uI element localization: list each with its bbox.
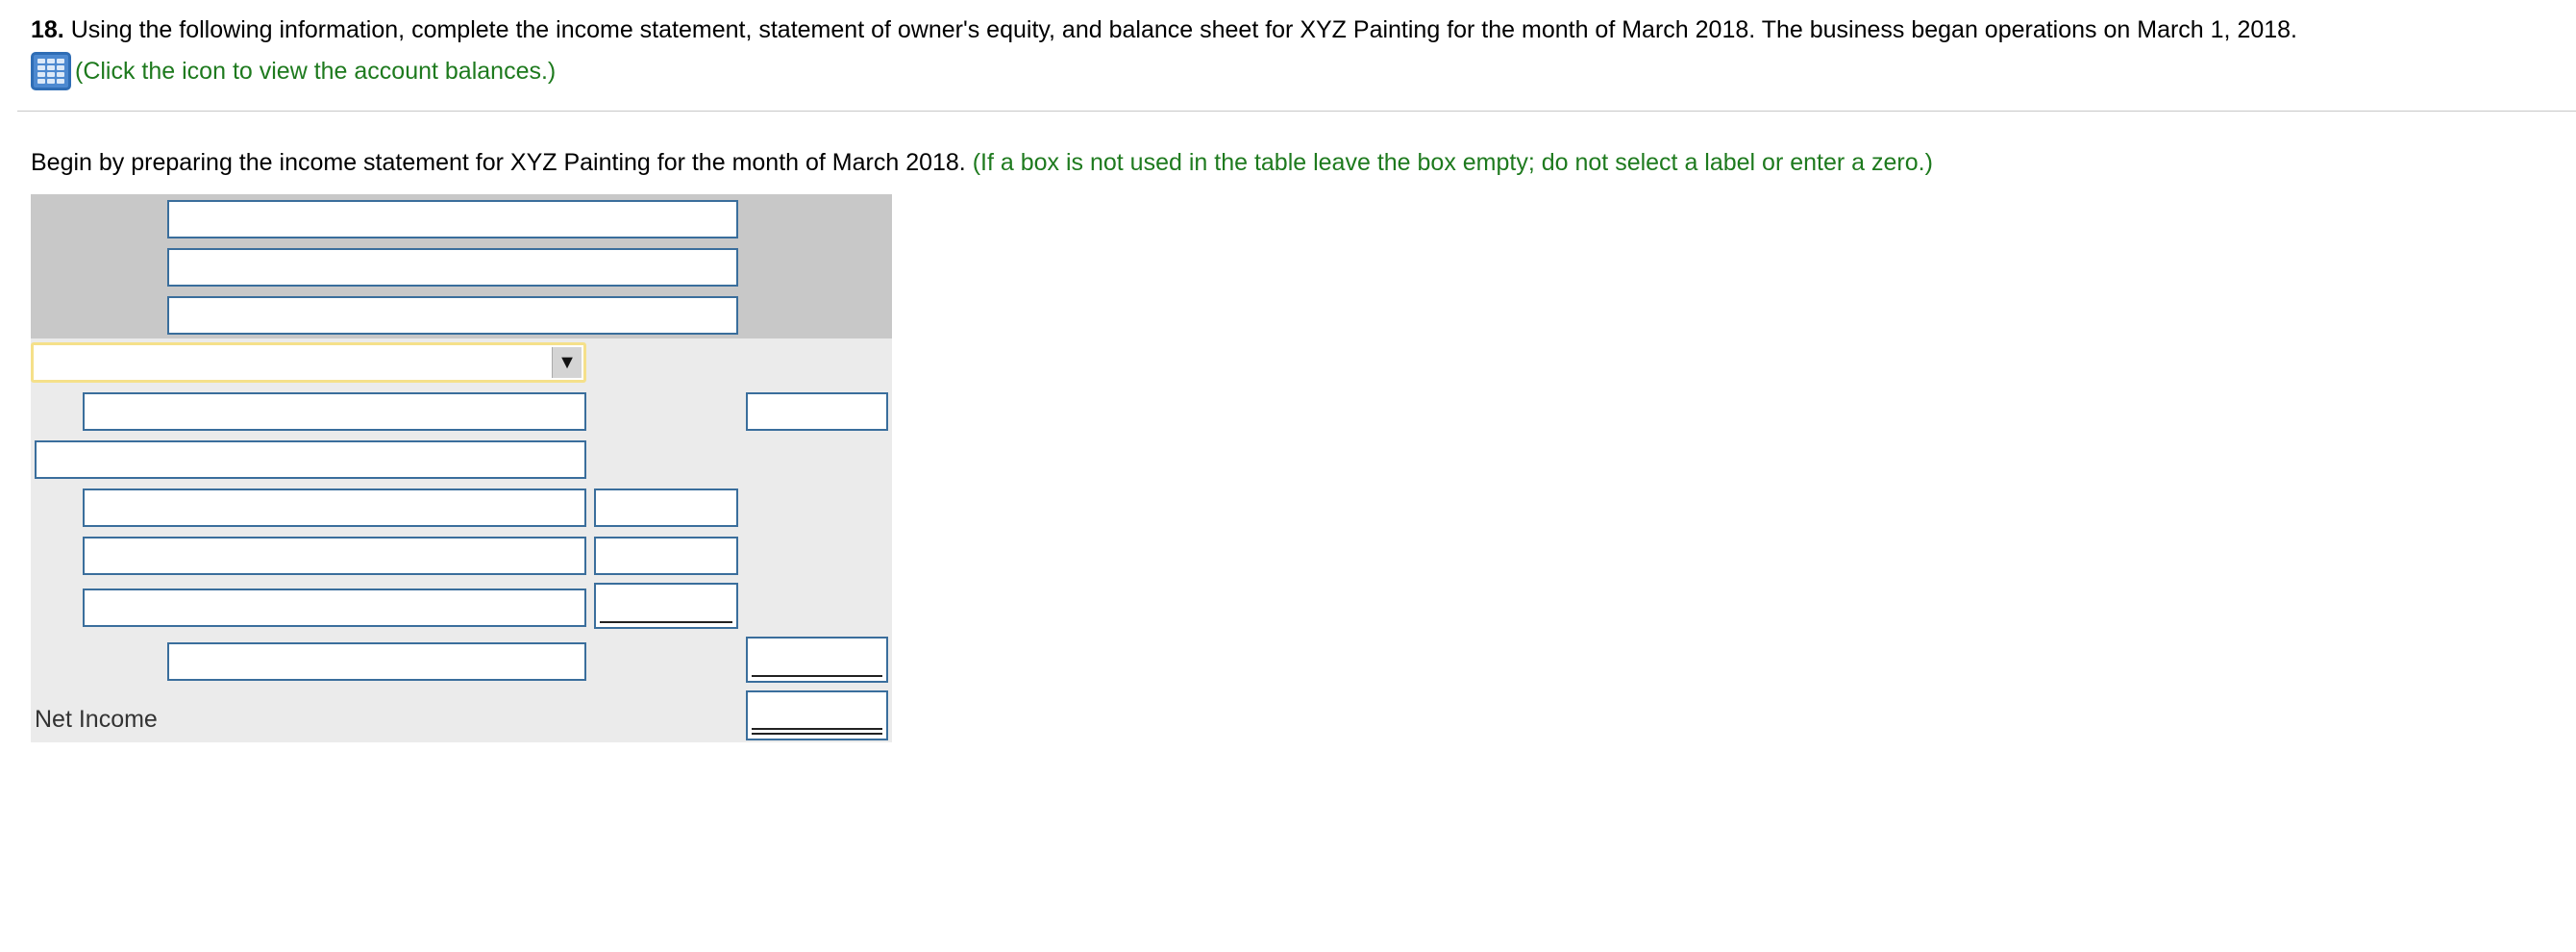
net-income-amount-input[interactable] [746, 690, 888, 740]
table-grid-icon[interactable] [31, 52, 71, 90]
net-income-amount-cell [746, 690, 888, 740]
question-text: 18. Using the following information, com… [31, 13, 2297, 46]
expenses-heading-input[interactable] [35, 440, 586, 479]
question-body: Using the following information, complet… [70, 16, 2298, 43]
section-divider [17, 111, 2576, 112]
expense-account-input-2[interactable] [83, 537, 586, 575]
account-balances-link[interactable]: (Click the icon to view the account bala… [75, 58, 556, 86]
expense-amount-cell-3 [594, 583, 738, 629]
header-statement-name-input[interactable] [167, 248, 738, 287]
total-expenses-amount-cell [746, 637, 888, 683]
header-company-input[interactable] [167, 200, 738, 238]
chevron-down-icon[interactable]: ▼ [552, 347, 582, 378]
expense-amount-input-1[interactable] [594, 489, 738, 527]
income-statement-table: ▼ Net Income [31, 194, 892, 742]
question-number: 18. [31, 16, 64, 43]
expense-account-input-1[interactable] [83, 489, 586, 527]
header-period-input[interactable] [167, 296, 738, 335]
expense-amount-input-2[interactable] [594, 537, 738, 575]
instruction-main: Begin by preparing the income statement … [31, 149, 966, 176]
expense-amount-input-3[interactable] [594, 583, 738, 629]
instruction-text: Begin by preparing the income statement … [31, 146, 1933, 179]
revenue-account-input[interactable] [83, 392, 586, 431]
revenue-amount-input[interactable] [746, 392, 888, 431]
total-expenses-amount-input[interactable] [746, 637, 888, 683]
account-balances-hint: (Click the icon to view the account bala… [31, 52, 556, 90]
net-income-label: Net Income [35, 706, 158, 733]
revenue-heading-dropdown[interactable]: ▼ [31, 342, 586, 383]
total-expenses-label-input[interactable] [167, 642, 586, 681]
instruction-note: (If a box is not used in the table leave… [972, 149, 1933, 176]
expense-account-input-3[interactable] [83, 589, 586, 627]
